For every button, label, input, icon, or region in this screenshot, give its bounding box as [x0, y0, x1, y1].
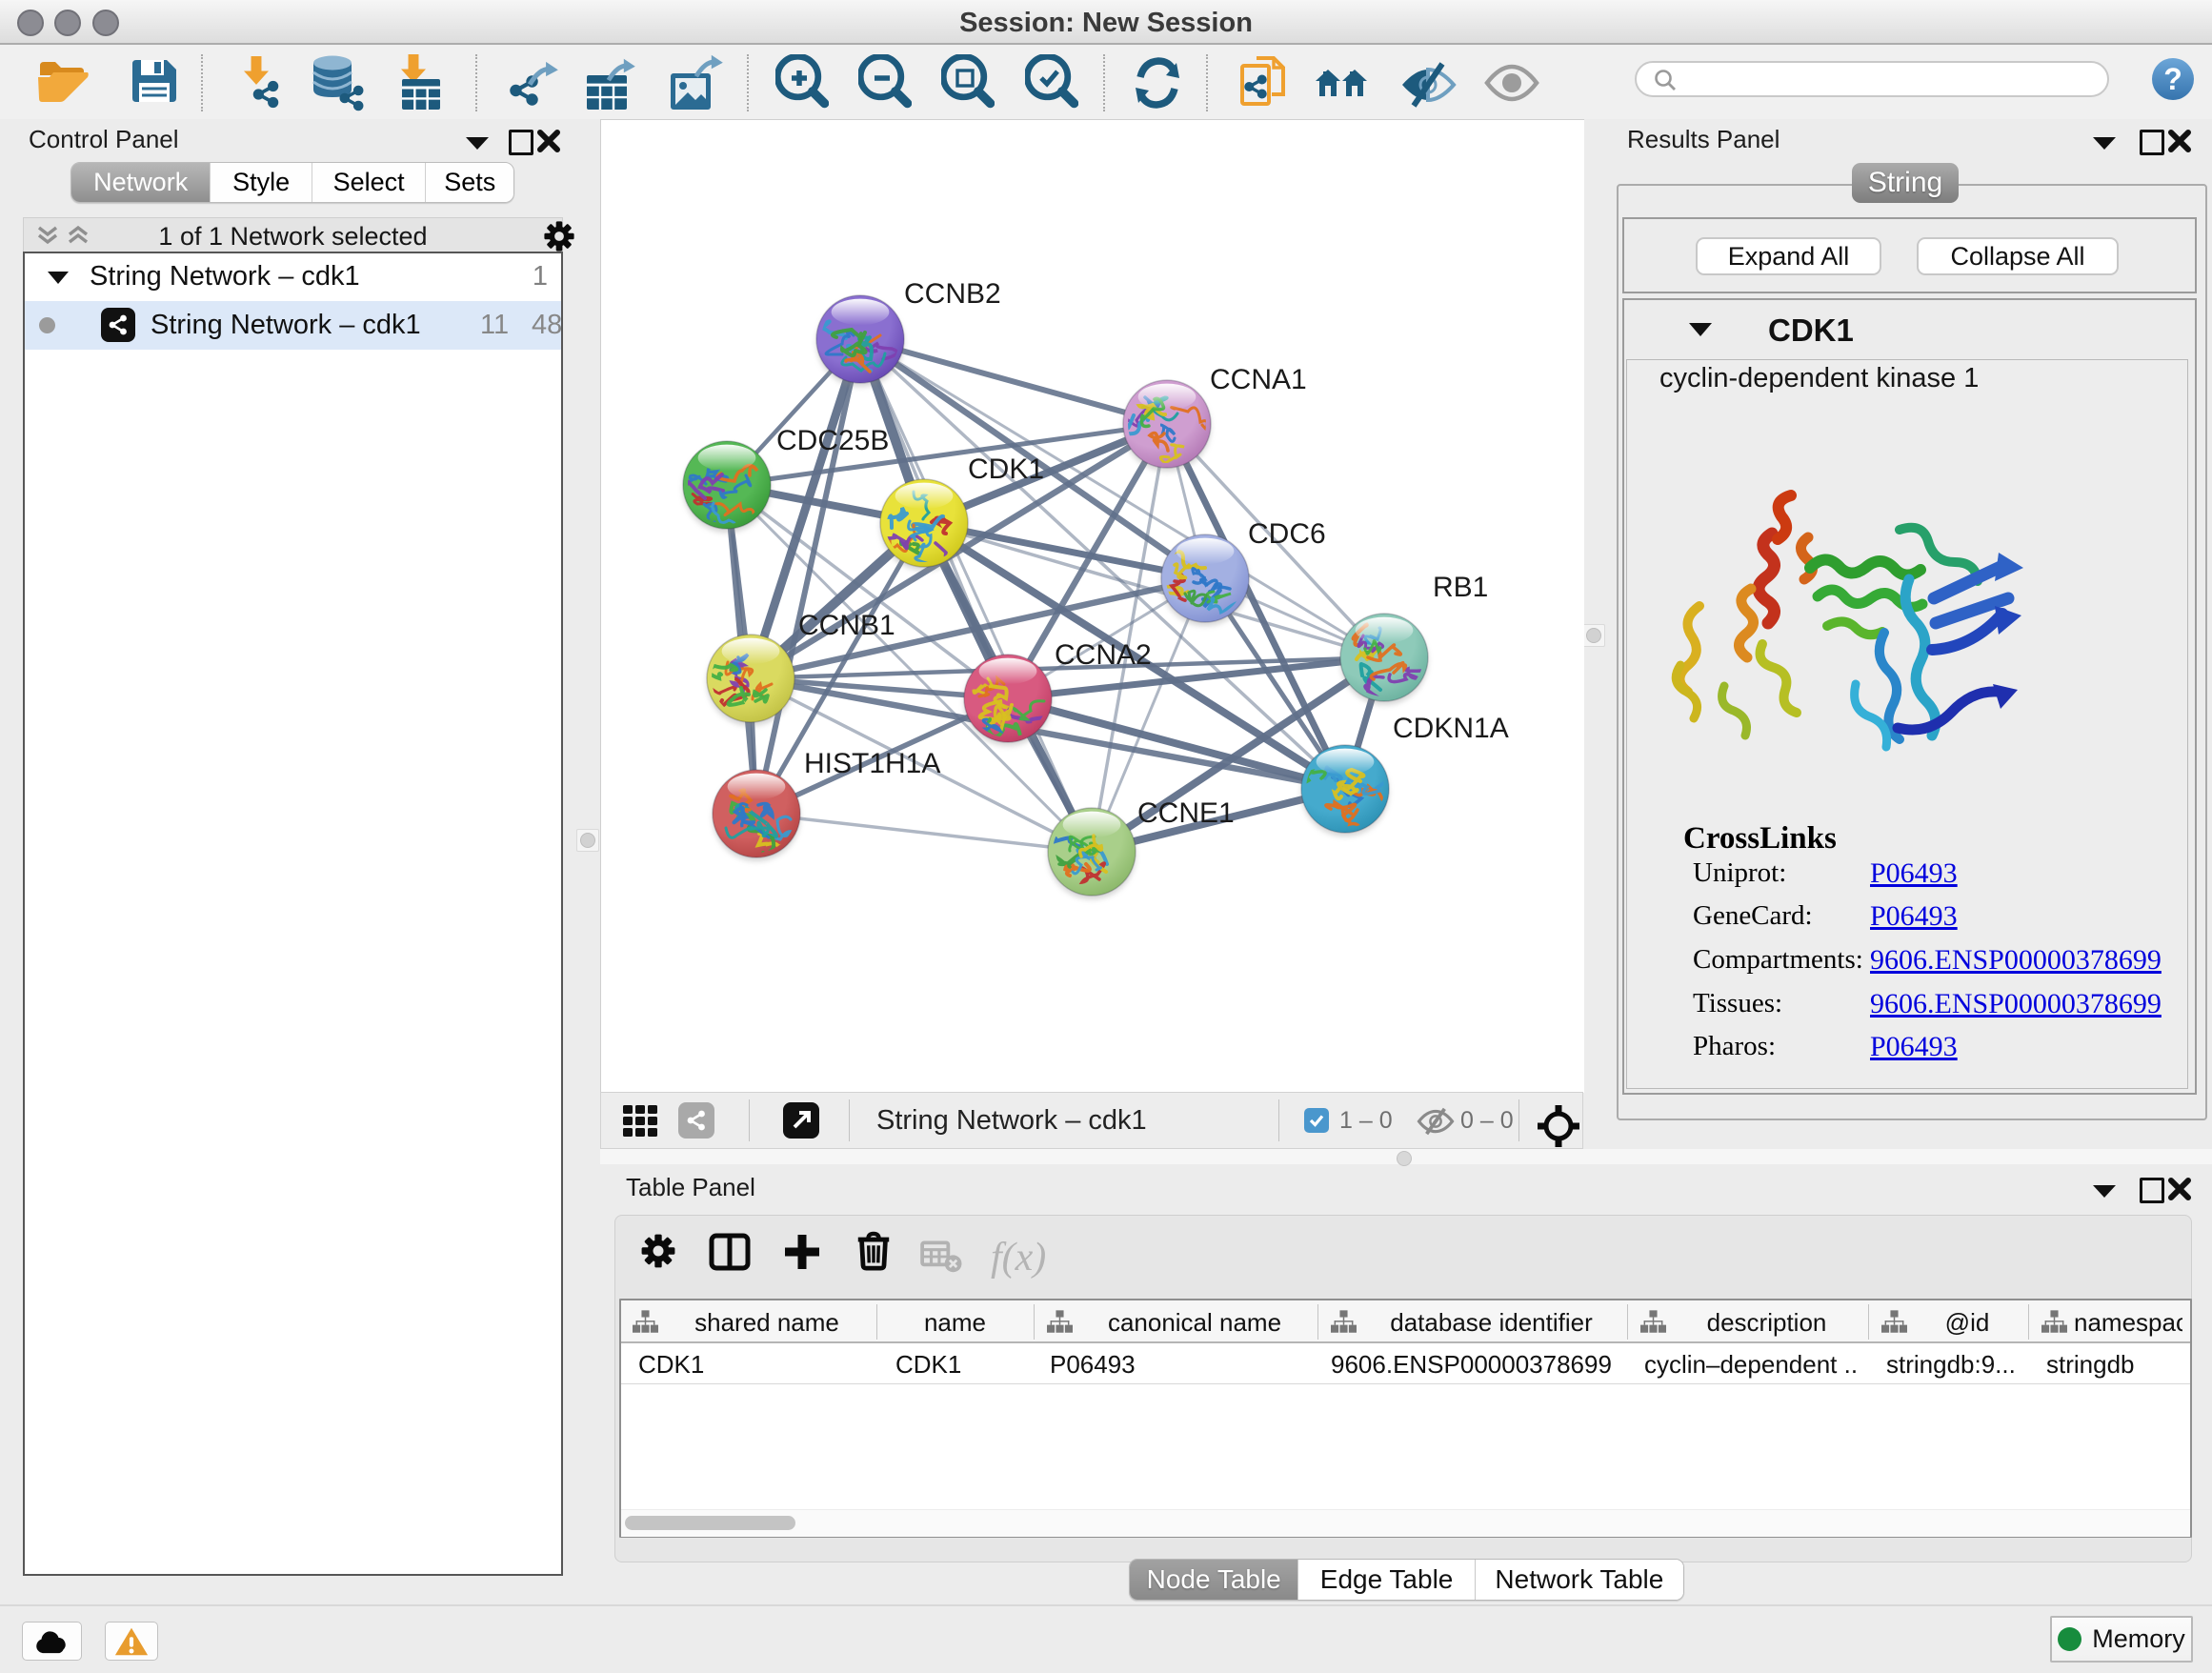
svg-text:CCNB1: CCNB1	[798, 610, 895, 641]
svg-text:CDC25B: CDC25B	[776, 425, 889, 456]
svg-text:CCNA1: CCNA1	[1210, 364, 1307, 395]
svg-text:CDKN1A: CDKN1A	[1393, 713, 1509, 744]
svg-text:CDC6: CDC6	[1248, 518, 1326, 550]
svg-text:RB1: RB1	[1433, 572, 1488, 603]
svg-text:HIST1H1A: HIST1H1A	[804, 748, 940, 779]
svg-text:CCNA2: CCNA2	[1055, 639, 1152, 671]
svg-text:CDK1: CDK1	[968, 454, 1044, 485]
svg-text:CCNE1: CCNE1	[1137, 797, 1235, 829]
svg-text:CCNB2: CCNB2	[904, 278, 1001, 310]
